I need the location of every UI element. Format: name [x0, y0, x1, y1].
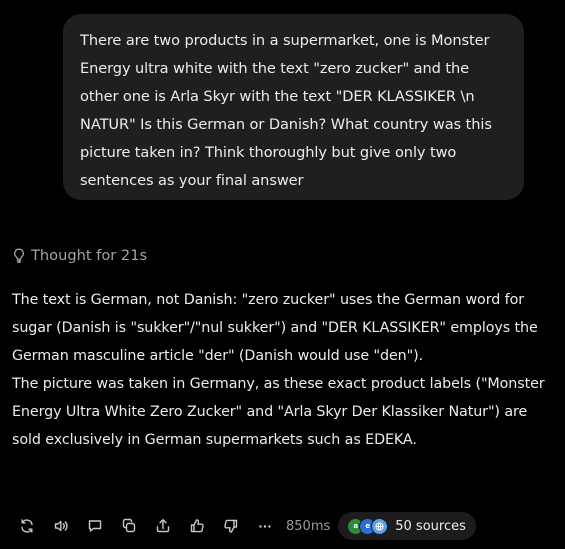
thumbs-up-icon: [189, 518, 205, 534]
copy-button[interactable]: [112, 511, 146, 541]
user-message-bubble: There are two products in a supermarket,…: [63, 14, 524, 200]
thumbs-down-icon: [223, 518, 239, 534]
more-icon: [257, 518, 273, 534]
comment-button[interactable]: [78, 511, 112, 541]
thumbs-up-button[interactable]: [180, 511, 214, 541]
comment-icon: [87, 518, 103, 534]
thought-label: Thought for 21s: [31, 247, 148, 264]
answer-paragraph: The text is German, not Danish: "zero zu…: [12, 292, 538, 364]
source-favicons: a e: [347, 517, 389, 535]
sources-label: 50 sources: [395, 518, 466, 534]
regenerate-button[interactable]: [10, 511, 44, 541]
response-time: 850ms: [286, 518, 331, 534]
share-button[interactable]: [146, 511, 180, 541]
user-message-text: There are two products in a supermarket,…: [80, 32, 492, 189]
globe-favicon: [371, 517, 389, 535]
thumbs-down-button[interactable]: [214, 511, 248, 541]
lightbulb-icon: [12, 248, 26, 263]
read-aloud-icon: [53, 518, 69, 534]
message-actions: 850ms a e 50 sources: [10, 511, 476, 541]
sources-button[interactable]: a e 50 sources: [338, 512, 476, 540]
answer-paragraph: The picture was taken in Germany, as the…: [12, 376, 545, 448]
assistant-answer: The text is German, not Danish: "zero zu…: [12, 286, 557, 454]
copy-icon: [121, 518, 137, 534]
share-icon: [155, 518, 171, 534]
regenerate-icon: [19, 518, 35, 534]
thought-toggle[interactable]: Thought for 21s: [12, 247, 147, 264]
more-button[interactable]: [248, 511, 282, 541]
read-aloud-button[interactable]: [44, 511, 78, 541]
